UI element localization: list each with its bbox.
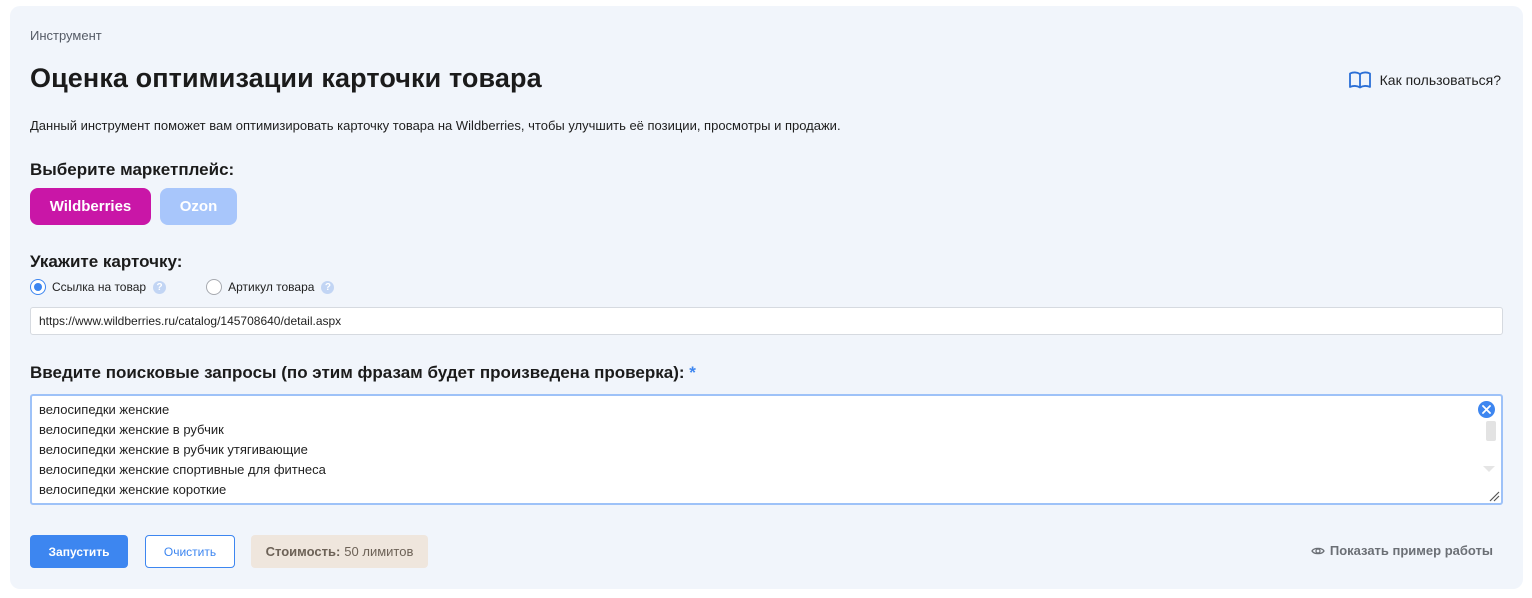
queries-textarea[interactable]: велосипедки женские велосипедки женские … [30,394,1503,505]
query-line: велосипедки женские спортивные для фитне… [39,462,326,477]
show-example-label: Показать пример работы [1329,543,1493,558]
tool-card: Инструмент Оценка оптимизации карточки т… [10,6,1523,589]
resize-handle-icon[interactable] [1486,488,1500,502]
radio-article-label[interactable]: Артикул товара [228,280,314,294]
query-line: велосипедки женские в рубчик утягивающие [39,442,308,457]
scrollbar-thumb[interactable] [1486,421,1496,441]
clear-queries-icon[interactable] [1478,401,1495,418]
radio-link[interactable] [30,279,46,295]
cost-label: Стоимость: [265,544,341,559]
query-line: велосипедки женские в рубчик [39,422,224,437]
show-example-link[interactable]: Показать пример работы [1311,543,1493,558]
card-input-label: Укажите карточку: [30,252,183,271]
scroll-down-arrow-icon[interactable] [1483,466,1495,472]
how-to-use-link[interactable]: Как пользоваться? [1348,71,1501,89]
book-icon [1348,71,1371,89]
card-type-radio-group: Ссылка на товар ? Артикул товара ? [30,279,335,295]
queries-label: Введите поисковые запросы (по этим фраза… [30,363,696,383]
clear-button[interactable]: Очистить [145,535,235,568]
queries-label-text: Введите поисковые запросы (по этим фраза… [30,363,685,382]
page-title: Оценка оптимизации карточки товара [30,63,542,93]
breadcrumb: Инструмент [30,28,102,43]
queries-text[interactable]: велосипедки женские велосипедки женские … [39,400,326,500]
tool-description: Данный инструмент поможет вам оптимизиро… [30,118,841,133]
eye-icon [1311,547,1325,554]
help-icon[interactable]: ? [321,280,335,294]
radio-link-label[interactable]: Ссылка на товар [52,280,146,294]
run-button[interactable]: Запустить [30,535,128,568]
marketplace-ozon-button[interactable]: Ozon [160,188,237,225]
radio-article[interactable] [206,279,223,295]
cost-badge: Стоимость: 50 лимитов [251,535,428,568]
how-to-use-label: Как пользоваться? [1379,72,1501,88]
marketplace-wildberries-button[interactable]: Wildberries [30,188,151,225]
query-line: велосипедки женские короткие [39,482,227,497]
required-mark: * [689,363,696,382]
marketplace-label: Выберите маркетплейс: [30,160,235,179]
help-icon[interactable]: ? [153,280,167,294]
query-line: велосипедки женские [39,402,170,417]
cost-value: 50 лимитов [344,544,414,559]
product-url-input[interactable] [30,307,1503,335]
